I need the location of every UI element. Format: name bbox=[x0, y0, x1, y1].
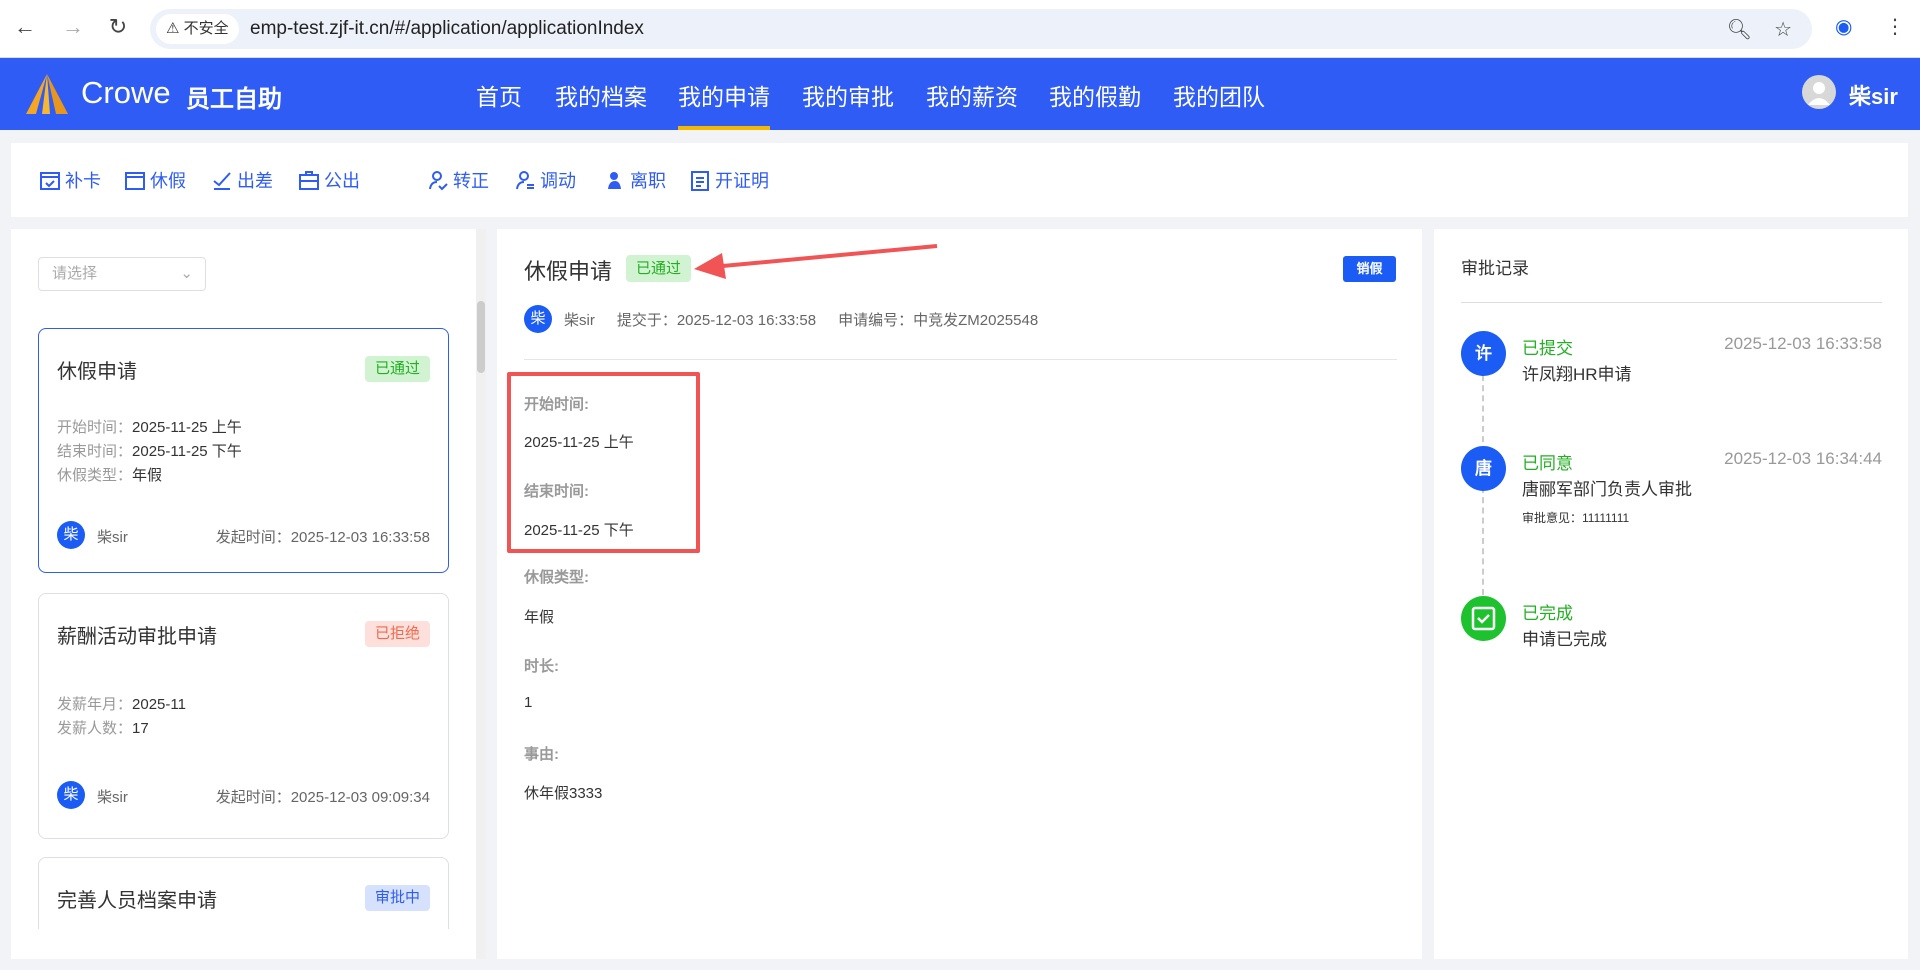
divider bbox=[524, 359, 1397, 360]
application-card[interactable]: 休假申请 已通过 开始时间：2025-11-25 上午 结束时间：2025-11… bbox=[38, 328, 449, 573]
tool-transfer[interactable]: 调动 bbox=[514, 167, 576, 193]
tool-card-repair[interactable]: 补卡 bbox=[39, 167, 101, 193]
tool-resignation[interactable]: 离职 bbox=[604, 167, 666, 193]
tool-leave[interactable]: 休假 bbox=[124, 167, 186, 193]
detail-meta: 柴 柴sir 提交于：2025-12-03 16:33:58 申请编号：中竞发Z… bbox=[524, 305, 1038, 333]
menu-icon[interactable]: ⋮ bbox=[1885, 14, 1905, 39]
user-transfer-icon bbox=[516, 171, 534, 190]
tool-business-trip[interactable]: 出差 bbox=[211, 167, 273, 193]
forward-icon[interactable]: → bbox=[58, 14, 88, 40]
nav-my-approvals[interactable]: 我的审批 bbox=[802, 78, 894, 130]
avatar: 柴 bbox=[57, 521, 85, 549]
calendar-check-icon bbox=[40, 172, 60, 190]
clipboard-icon bbox=[691, 171, 709, 191]
star-icon[interactable]: ☆ bbox=[1774, 17, 1792, 42]
application-detail-panel: 休假申请 已通过 销假 柴 柴sir 提交于：2025-12-03 16:33:… bbox=[497, 229, 1422, 959]
url-text[interactable]: emp-test.zjf-it.cn/#/application/applica… bbox=[250, 18, 644, 40]
application-card[interactable]: 完善人员档案申请 审批中 bbox=[38, 857, 449, 929]
status-badge: 审批中 bbox=[364, 885, 430, 911]
security-chip[interactable]: ⚠ 不安全 bbox=[156, 14, 239, 44]
nav-home[interactable]: 首页 bbox=[476, 78, 522, 130]
tool-official-out[interactable]: 公出 bbox=[298, 167, 360, 193]
user-leave-icon bbox=[608, 172, 621, 189]
user-avatar[interactable] bbox=[1802, 75, 1836, 109]
plane-icon bbox=[213, 172, 231, 190]
nav-my-applications[interactable]: 我的申请 bbox=[678, 78, 770, 130]
browser-toolbar: ← → ↻ ⚠ 不安全 emp-test.zjf-it.cn/#/applica… bbox=[0, 0, 1920, 58]
annotation-arrow-icon bbox=[694, 244, 938, 279]
profile-icon[interactable]: ◉ bbox=[1835, 14, 1852, 39]
user-check-icon bbox=[429, 171, 448, 191]
status-badge: 已拒绝 bbox=[364, 621, 430, 647]
nav-my-attendance[interactable]: 我的假勤 bbox=[1049, 78, 1141, 130]
application-type-toolbar: 补卡 休假 出差 公出 转正 调动 离职 开证明 bbox=[11, 143, 1908, 217]
status-badge: 已通过 bbox=[626, 255, 692, 282]
avatar: 柴 bbox=[57, 781, 85, 809]
application-list-panel: 请选择 ⌄ 休假申请 已通过 开始时间：2025-11-25 上午 结束时间：20… bbox=[11, 229, 486, 959]
status-badge: 已通过 bbox=[364, 356, 430, 382]
warning-icon: ⚠ bbox=[166, 20, 184, 37]
briefcase-icon bbox=[299, 171, 319, 190]
application-card[interactable]: 薪酬活动审批申请 已拒绝 发薪年月：2025-11 发薪人数：17 柴 柴sir… bbox=[38, 593, 449, 839]
address-bar[interactable]: ⚠ 不安全 emp-test.zjf-it.cn/#/application/a… bbox=[150, 9, 1812, 49]
completed-check-icon bbox=[1461, 596, 1506, 641]
app-header: Crowe 员工自助 首页 我的档案 我的申请 我的审批 我的薪资 我的假勤 我… bbox=[0, 58, 1920, 130]
nav-my-profile[interactable]: 我的档案 bbox=[555, 78, 647, 130]
avatar: 柴 bbox=[524, 305, 552, 333]
brand-name: Crowe bbox=[81, 75, 171, 110]
app-name: 员工自助 bbox=[186, 86, 282, 113]
calendar-icon bbox=[125, 172, 145, 190]
approval-records-panel: 审批记录 许 已提交 2025-12-03 16:33:58 许凤翔HR申请 唐… bbox=[1434, 229, 1908, 959]
divider bbox=[1461, 302, 1882, 303]
detail-title: 休假申请 bbox=[524, 259, 613, 284]
status-filter-select[interactable]: 请选择 ⌄ bbox=[38, 257, 206, 291]
nav-my-salary[interactable]: 我的薪资 bbox=[926, 78, 1018, 130]
user-name[interactable]: 柴sir bbox=[1849, 79, 1898, 111]
reload-icon[interactable]: ↻ bbox=[103, 14, 133, 40]
scrollbar-thumb[interactable] bbox=[477, 301, 485, 373]
avatar: 唐 bbox=[1461, 446, 1506, 491]
chevron-down-icon: ⌄ bbox=[180, 265, 193, 282]
tool-regularization[interactable]: 转正 bbox=[427, 167, 489, 193]
tool-certificate[interactable]: 开证明 bbox=[689, 167, 769, 193]
crowe-logo-icon bbox=[26, 74, 68, 114]
back-icon[interactable]: ← bbox=[10, 14, 40, 40]
nav-my-team[interactable]: 我的团队 bbox=[1173, 78, 1265, 130]
cancel-leave-button[interactable]: 销假 bbox=[1343, 256, 1396, 282]
zoom-icon[interactable]: 🔍︎ bbox=[1727, 17, 1752, 42]
avatar: 许 bbox=[1461, 331, 1506, 376]
